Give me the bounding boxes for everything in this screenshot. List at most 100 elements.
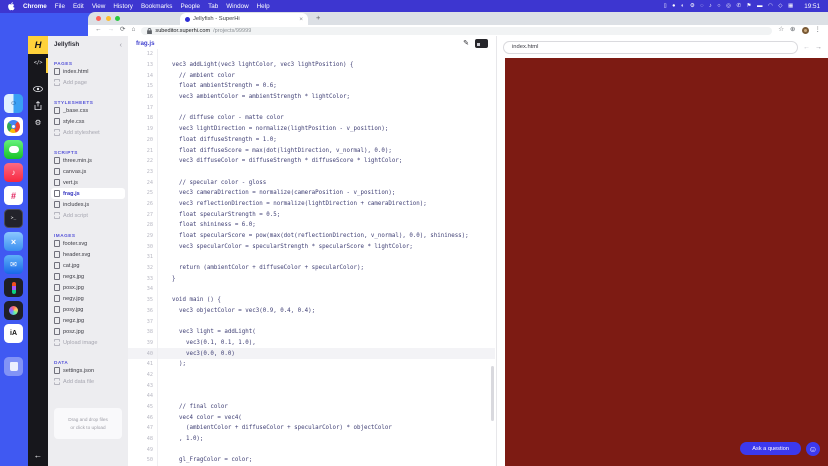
forward-icon[interactable]: →	[108, 27, 115, 34]
menu-item-window[interactable]: Window	[226, 3, 248, 10]
address-bar[interactable]: subeditor.superhi.com /projects/99999	[141, 26, 773, 35]
code-editor[interactable]: 12 13 vec3 addLight(vec3 lightColor, vec3 …	[128, 49, 495, 466]
reload-icon[interactable]: ⟳	[120, 27, 125, 34]
target-icon[interactable]: ◎	[726, 3, 731, 10]
file-item-negx-jpg[interactable]: negx.jpg	[51, 271, 125, 282]
file-item-canvas-js[interactable]: canvas.js	[51, 166, 125, 177]
file-item-add-page[interactable]: Add page	[51, 77, 125, 88]
home-icon[interactable]: ⌂	[131, 27, 135, 34]
spotlight-icon[interactable]: ◇	[778, 3, 782, 10]
file-item-add-stylesheet[interactable]: Add stylesheet	[51, 127, 125, 138]
code-scrollbar[interactable]	[491, 366, 494, 421]
back-arrow-icon[interactable]: ←	[28, 450, 48, 460]
preview-forward-icon[interactable]: →	[815, 44, 822, 51]
dock-icon-app-x[interactable]: ×	[4, 232, 23, 251]
file-item-upload-image[interactable]: Upload image	[51, 337, 125, 348]
menu-item-help[interactable]: Help	[257, 3, 270, 10]
file-icon	[54, 106, 60, 115]
code-line: 22 vec3 diffuseColor = diffuseStrength *…	[128, 155, 495, 167]
superhi-logo[interactable]: H	[28, 36, 48, 54]
preview-panel: index.html ← → Ask a question ☺	[497, 36, 828, 466]
file-item-includes-js[interactable]: includes.js	[51, 199, 125, 210]
menubar-clock[interactable]: 19:51	[804, 3, 820, 10]
file-item-frag-js[interactable]: frag.js	[51, 188, 125, 199]
dock-icon-finder[interactable]: ☺	[4, 94, 23, 113]
back-icon[interactable]: ←	[95, 27, 102, 34]
new-tab-button[interactable]: +	[316, 13, 320, 22]
file-item-negy-jpg[interactable]: negy.jpg	[51, 293, 125, 304]
menu-item-view[interactable]: View	[92, 3, 106, 10]
file-item-style-css[interactable]: style.css	[51, 116, 125, 127]
bookmark-star-icon[interactable]: ☆	[778, 27, 784, 34]
menu-item-people[interactable]: People	[180, 3, 200, 10]
dock-icon-chrome[interactable]	[4, 117, 23, 136]
apple-icon[interactable]	[8, 2, 15, 11]
mirroring-icon[interactable]: ◐	[681, 3, 684, 10]
music-icon[interactable]: ♪	[709, 3, 712, 10]
file-item--base-css[interactable]: _base.css	[51, 105, 125, 116]
browser-tab[interactable]: Jellyfish - SuperHi ×	[180, 13, 308, 25]
preview-eye-icon[interactable]	[28, 80, 48, 96]
dock-icon-terminal[interactable]: >_	[4, 209, 23, 228]
profile-avatar[interactable]	[801, 27, 809, 34]
file-item-add-script[interactable]: Add script	[51, 210, 125, 221]
file-item-header-svg[interactable]: header.svg	[51, 249, 125, 260]
file-item-settings-json[interactable]: settings.json	[51, 365, 125, 376]
file-item-posx-jpg[interactable]: posx.jpg	[51, 282, 125, 293]
file-item-vert-js[interactable]: vert.js	[51, 177, 125, 188]
collapse-sidebar-icon[interactable]: ‹	[120, 40, 123, 49]
menu-item-history[interactable]: History	[113, 3, 133, 10]
help-smiley-icon[interactable]: ☺	[806, 442, 820, 456]
settings-gear-icon[interactable]: ⚙	[28, 119, 48, 127]
settings-icon[interactable]: ⚙	[690, 3, 695, 10]
dock-icon-slack[interactable]: #	[4, 186, 23, 205]
zoom-window-button[interactable]	[115, 16, 120, 21]
code-line: 30 vec3 specularColor = specularStrength…	[128, 241, 495, 253]
code-line: 36 vec3 objectColor = vec3(0.9, 0.4, 0.4…	[128, 305, 495, 317]
file-dropzone[interactable]: Drag and drop files or click to upload	[54, 408, 122, 440]
code-line: 33}	[128, 273, 495, 285]
menu-item-tab[interactable]: Tab	[208, 3, 218, 10]
menu-item-edit[interactable]: Edit	[73, 3, 84, 10]
circle-icon[interactable]: ○	[717, 3, 720, 10]
share-upload-icon[interactable]	[28, 98, 48, 114]
dock-icon-figma[interactable]	[4, 278, 23, 297]
file-item-cat-jpg[interactable]: cat.jpg	[51, 260, 125, 271]
phone-icon[interactable]: ✆	[736, 3, 741, 10]
record-icon[interactable]: ●	[672, 3, 675, 10]
dock-icon-color-app[interactable]	[4, 301, 23, 320]
dock-icon-trash[interactable]	[4, 357, 23, 376]
file-item-add-data-file[interactable]: Add data file	[51, 376, 125, 387]
battery-icon[interactable]: ▬	[757, 3, 763, 10]
dock-icon-music[interactable]: ♪	[4, 163, 23, 182]
edit-pencil-icon[interactable]: ✎	[463, 40, 469, 47]
flag-icon[interactable]: ⚑	[747, 3, 752, 10]
preview-back-icon[interactable]: ←	[803, 44, 810, 51]
file-item-posy-jpg[interactable]: posy.jpg	[51, 304, 125, 315]
menu-item-file[interactable]: File	[55, 3, 65, 10]
browser-menu-icon[interactable]: ⋮	[815, 27, 822, 34]
tab-close-icon[interactable]: ×	[299, 16, 303, 23]
minimize-window-button[interactable]	[105, 16, 111, 21]
menu-item-bookmarks[interactable]: Bookmarks	[141, 3, 173, 10]
cloud-icon[interactable]: ◌	[700, 3, 703, 10]
file-item-index-html[interactable]: index.html	[51, 66, 125, 77]
preview-address-bar[interactable]: index.html	[503, 40, 798, 54]
menu-item-chrome[interactable]: Chrome	[23, 3, 47, 10]
dock-icon-mail[interactable]: ✉	[4, 255, 23, 274]
file-item-posz-jpg[interactable]: posz.jpg	[51, 326, 125, 337]
close-window-button[interactable]	[96, 16, 101, 21]
wifi-icon[interactable]: ◠	[768, 3, 773, 10]
layout-toggle-icon[interactable]	[475, 39, 488, 48]
display-icon[interactable]: ▯	[664, 3, 667, 10]
code-view-icon[interactable]: </>	[28, 60, 48, 66]
line-number: 48	[128, 433, 158, 445]
extensions-icon[interactable]: ⊕	[790, 27, 795, 34]
file-item-negz-jpg[interactable]: negz.jpg	[51, 315, 125, 326]
ask-question-button[interactable]: Ask a question	[740, 442, 801, 455]
file-item-footer-svg[interactable]: footer.svg	[51, 238, 125, 249]
file-item-three-min-js[interactable]: three.min.js	[51, 155, 125, 166]
dock-icon-ia-writer[interactable]: iA	[4, 324, 23, 343]
control-center-icon[interactable]: ▦	[788, 3, 793, 10]
dock-icon-messages[interactable]	[4, 140, 23, 159]
